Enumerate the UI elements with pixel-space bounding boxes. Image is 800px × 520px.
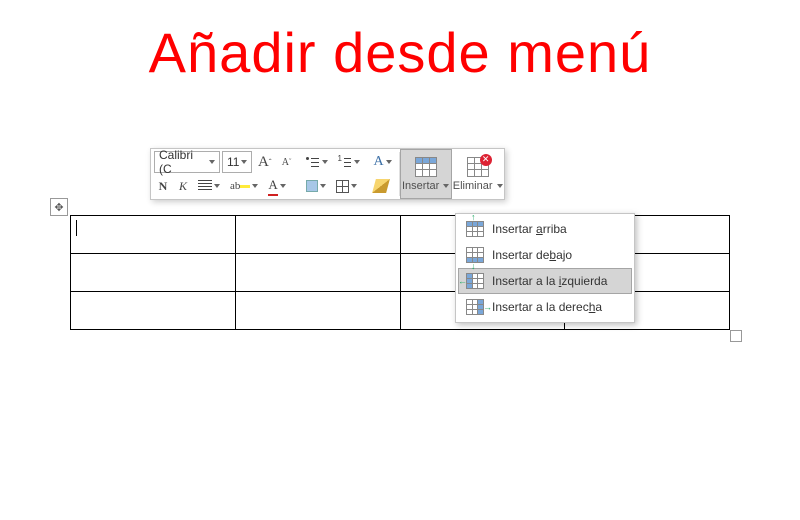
chevron-down-icon [280, 184, 286, 188]
table-move-handle[interactable]: ✥ [50, 198, 68, 216]
menu-item-insert-up[interactable]: ↑ Insertar arriba [458, 216, 632, 242]
styles-button[interactable]: A [370, 151, 396, 173]
insert-dropdown-menu: ↑ Insertar arriba ↓ Insertar debajo ← Inserta… [455, 213, 635, 323]
chevron-down-icon [354, 160, 360, 164]
insert-up-icon: ↑ [466, 221, 484, 237]
font-size-combo[interactable]: 11 [222, 151, 252, 173]
delete-split-button[interactable]: Eliminar [452, 149, 504, 199]
justify-icon [198, 180, 212, 192]
font-name-value: Calibri (C [159, 148, 207, 176]
menu-item-label: Insertar arriba [492, 222, 567, 236]
shading-button[interactable] [302, 175, 330, 197]
chevron-down-icon [320, 184, 326, 188]
fill-icon [306, 180, 318, 192]
chevron-down-icon [214, 184, 220, 188]
bullets-button[interactable] [302, 151, 332, 173]
italic-button[interactable]: K [174, 175, 192, 197]
menu-item-insert-right[interactable]: → Insertar a la derecha [458, 294, 632, 320]
align-justify-button[interactable] [194, 175, 224, 197]
chevron-down-icon [497, 184, 503, 188]
menu-item-label: Insertar debajo [492, 248, 572, 262]
insert-split-button[interactable]: Insertar [400, 149, 452, 199]
grow-font-button[interactable]: Aˆ [254, 151, 276, 173]
chevron-down-icon [386, 160, 392, 164]
font-name-combo[interactable]: Calibri (C [154, 151, 220, 173]
delete-label: Eliminar [453, 180, 493, 192]
menu-item-label: Insertar a la derecha [492, 300, 602, 314]
insert-right-icon: → [466, 299, 484, 315]
bold-button[interactable]: N [154, 175, 172, 197]
highlight-button[interactable]: ab [226, 175, 262, 197]
menu-item-insert-down[interactable]: ↓ Insertar debajo [458, 242, 632, 268]
insert-left-icon: ← [466, 273, 484, 289]
borders-button[interactable] [332, 175, 361, 197]
chevron-down-icon [241, 160, 247, 164]
table-resize-handle[interactable] [730, 330, 742, 342]
chevron-down-icon [209, 160, 215, 164]
numbering-icon [338, 155, 352, 169]
numbering-button[interactable] [334, 151, 364, 173]
chevron-down-icon [443, 184, 449, 188]
menu-item-label: Insertar a la izquierda [492, 274, 607, 288]
text-cursor [76, 220, 77, 236]
mini-toolbar: Calibri (C 11 Aˆ Aˇ N K ab A [150, 148, 505, 200]
insert-down-icon: ↓ [466, 247, 484, 263]
chevron-down-icon [252, 184, 258, 188]
insert-table-icon [415, 157, 437, 177]
menu-item-insert-left[interactable]: ← Insertar a la izquierda [458, 268, 632, 294]
page-title: Añadir desde menú [0, 20, 800, 85]
font-color-button[interactable]: A [264, 175, 289, 197]
font-size-value: 11 [227, 155, 239, 169]
chevron-down-icon [322, 160, 328, 164]
shrink-font-button[interactable]: Aˇ [278, 151, 296, 173]
insert-label: Insertar [402, 180, 439, 192]
format-painter-icon [372, 179, 390, 193]
delete-table-icon [467, 157, 489, 177]
chevron-down-icon [351, 184, 357, 188]
bullets-icon [306, 155, 320, 169]
borders-icon [336, 180, 349, 193]
format-painter-button[interactable] [370, 175, 392, 197]
